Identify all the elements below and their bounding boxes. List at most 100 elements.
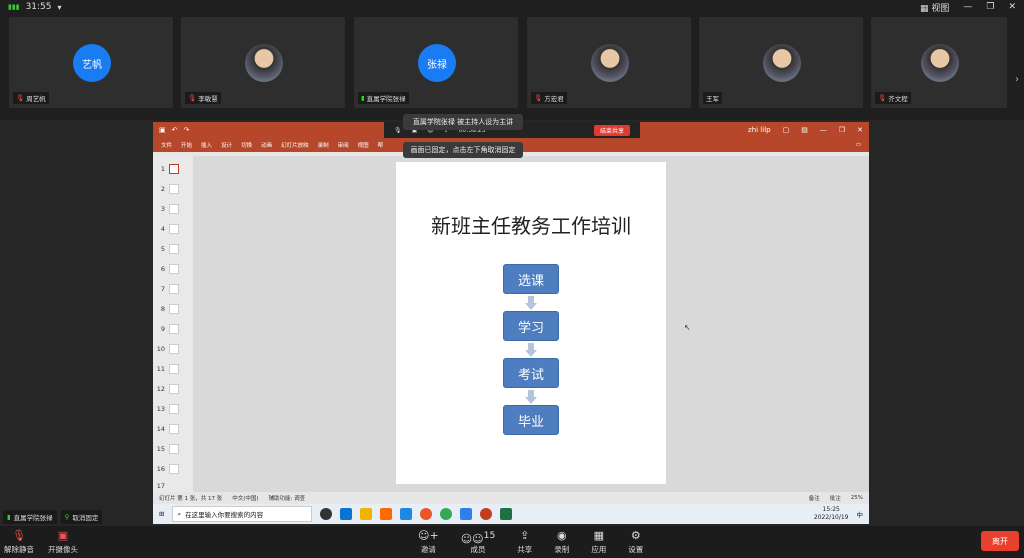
slide-thumbnail[interactable]: 9 xyxy=(155,320,191,338)
participant-tile[interactable]: 🎙 齐文程 xyxy=(871,17,1007,108)
share-icon: ⇪ xyxy=(520,529,530,542)
ribbon-display-icon[interactable]: ▤ xyxy=(801,126,808,134)
menu-review[interactable]: 审阅 xyxy=(338,141,349,149)
end-share-button[interactable]: 结束共享 xyxy=(593,124,630,136)
participant-tile[interactable]: 🎙 方宏君 xyxy=(527,17,691,108)
zoom-level[interactable]: 25% xyxy=(851,495,863,501)
share-button[interactable]: ⇪ 共享 xyxy=(517,530,532,555)
down-arrow-icon xyxy=(525,390,537,404)
comment-icon[interactable]: ▭ xyxy=(856,142,861,148)
slide-title: 新班主任教务工作培训 xyxy=(431,214,631,238)
participant-tile[interactable]: 张禄 ▮ 直属学院张禄 xyxy=(354,17,518,108)
slide-thumbnail[interactable]: 11 xyxy=(155,360,191,378)
restore-button[interactable]: ❐ xyxy=(986,2,994,12)
save-icon[interactable]: ▣ xyxy=(159,126,166,134)
user-avatar-icon: ▢ xyxy=(782,126,790,134)
mi-icon[interactable] xyxy=(380,508,393,520)
slide-thumbnail[interactable]: 5 xyxy=(155,240,191,258)
windows-start-icon[interactable]: ⊞ xyxy=(159,510,164,518)
slide-thumbnail[interactable]: 17 xyxy=(155,480,191,492)
explorer-icon[interactable] xyxy=(360,508,373,520)
invite-icon: ☺+ xyxy=(418,529,439,542)
menu-home[interactable]: 开始 xyxy=(181,141,192,149)
menu-file[interactable]: 文件 xyxy=(161,141,172,149)
participant-tile[interactable]: 🎙 李敏慧 xyxy=(181,17,345,108)
menu-slideshow[interactable]: 幻灯片放映 xyxy=(281,141,309,149)
unmute-button[interactable]: 🎙 解除静音 xyxy=(4,530,34,555)
participant-tile[interactable]: 王军 xyxy=(699,17,863,108)
mic-icon[interactable]: 🎙 xyxy=(394,127,402,134)
minimize-button[interactable]: — xyxy=(963,2,972,12)
settings-button[interactable]: ⚙ 设置 xyxy=(628,530,643,555)
participant-strip: 艺帆 🎙 周艺帆 🎙 李敏慧 张禄 ▮ 直属学院张禄 🎙 方宏君 王军 🎙 齐文程 › xyxy=(0,14,1024,120)
slide-thumbnail[interactable]: 16 xyxy=(155,460,191,478)
avatar: 张禄 xyxy=(418,44,456,82)
members-button[interactable]: ☺☺15 成员 xyxy=(461,530,496,555)
slide-thumbnail[interactable]: 13 xyxy=(155,400,191,418)
top-status-bar: ▮▮▮ 31:55 ▾ ▦ 视图 — ❐ ✕ xyxy=(0,0,1024,14)
firefox-icon[interactable] xyxy=(420,508,433,520)
windows-taskbar: ⊞ ⌕ 在这里输入你要搜索的内容 15:25 2022/10/19 中 xyxy=(153,504,869,524)
camera-button[interactable]: ▣ 开摄像头 xyxy=(48,530,78,555)
participant-name-tag: 🎙 齐文程 xyxy=(875,92,911,104)
menu-insert[interactable]: 插入 xyxy=(201,141,212,149)
shared-screen: ▣ ↶ ↷ zhi lilp ▢ ▤ — ❐ ✕ 文件 开始 插入 设计 切换 … xyxy=(153,122,869,524)
speaker-badge: ▮ 直属学院张禄 xyxy=(3,510,57,524)
chrome-icon[interactable] xyxy=(440,508,453,520)
slide-thumbnail[interactable]: 2 xyxy=(155,180,191,198)
record-button[interactable]: ◉ 录制 xyxy=(554,530,569,555)
edge-icon[interactable] xyxy=(340,508,353,520)
menu-animations[interactable]: 动画 xyxy=(261,141,272,149)
record-icon: ◉ xyxy=(556,529,567,542)
next-page-arrow-icon[interactable]: › xyxy=(1010,59,1024,99)
avatar xyxy=(763,44,801,82)
apps-button[interactable]: ▦ 应用 xyxy=(591,530,606,555)
slide-thumbnail[interactable]: 1 xyxy=(155,160,191,178)
menu-record[interactable]: 录制 xyxy=(318,141,329,149)
slide-thumbnail[interactable]: 15 xyxy=(155,440,191,458)
meeting-control-bar: 🎙 解除静音 ▣ 开摄像头 ☺+ 邀请 ☺☺15 成员 ⇪ 共享 ◉ 录制 ▦ 应用 ⚙ 设置 … xyxy=(0,526,1024,558)
down-arrow-icon xyxy=(525,296,537,310)
ppt-restore-button[interactable]: ❐ xyxy=(839,126,845,134)
cortana-icon[interactable] xyxy=(320,508,333,520)
menu-help[interactable]: 帮 xyxy=(378,141,384,149)
participant-name-tag: 王军 xyxy=(703,92,722,104)
mic-off-icon: 🎙 xyxy=(534,94,543,102)
unpin-button[interactable]: ⚲ 取消固定 xyxy=(60,510,103,524)
slide-thumbnail[interactable]: 4 xyxy=(155,220,191,238)
redo-icon[interactable]: ↷ xyxy=(184,126,190,134)
mail-icon[interactable] xyxy=(400,508,413,520)
menu-view[interactable]: 视图 xyxy=(358,141,369,149)
powerpoint-icon[interactable] xyxy=(480,508,493,520)
menu-transitions[interactable]: 切换 xyxy=(241,141,252,149)
down-arrow-icon xyxy=(525,343,537,357)
leave-button[interactable]: 离开 xyxy=(981,531,1019,551)
participant-name-tag: 🎙 周艺帆 xyxy=(13,92,49,104)
participant-tile[interactable]: 艺帆 🎙 周艺帆 xyxy=(9,17,173,108)
slide-thumbnail[interactable]: 7 xyxy=(155,280,191,298)
taskbar-clock[interactable]: 15:25 2022/10/19 xyxy=(814,506,849,522)
view-button[interactable]: ▦ 视图 xyxy=(920,1,949,14)
slide-thumbnail[interactable]: 14 xyxy=(155,420,191,438)
dropdown-icon[interactable]: ▾ xyxy=(58,3,62,12)
menu-design[interactable]: 设计 xyxy=(221,141,232,149)
slide-thumbnail[interactable]: 12 xyxy=(155,380,191,398)
close-button[interactable]: ✕ xyxy=(1008,2,1016,12)
slide-thumbnail[interactable]: 10 xyxy=(155,340,191,358)
slide-thumbnail[interactable]: 6 xyxy=(155,260,191,278)
ime-indicator[interactable]: 中 xyxy=(857,509,864,519)
undo-icon[interactable]: ↶ xyxy=(172,126,178,134)
avatar xyxy=(245,44,283,82)
taskbar-search[interactable]: ⌕ 在这里输入你要搜索的内容 xyxy=(172,506,313,522)
ppt-minimize-button[interactable]: — xyxy=(820,126,827,134)
grid-icon: ▦ xyxy=(919,3,929,14)
slide-thumbnail[interactable]: 8 xyxy=(155,300,191,318)
mic-off-icon: 🎙 xyxy=(12,529,26,542)
current-slide[interactable]: 新班主任教务工作培训 选课 学习 考试 毕业 xyxy=(396,162,666,484)
ppt-close-button[interactable]: ✕ xyxy=(857,126,863,134)
invite-button[interactable]: ☺+ 邀请 xyxy=(418,530,439,555)
flow-step: 选课 xyxy=(503,264,559,294)
slide-thumbnail[interactable]: 3 xyxy=(155,200,191,218)
meeting-app-icon[interactable] xyxy=(460,508,473,520)
excel-icon[interactable] xyxy=(500,508,513,520)
